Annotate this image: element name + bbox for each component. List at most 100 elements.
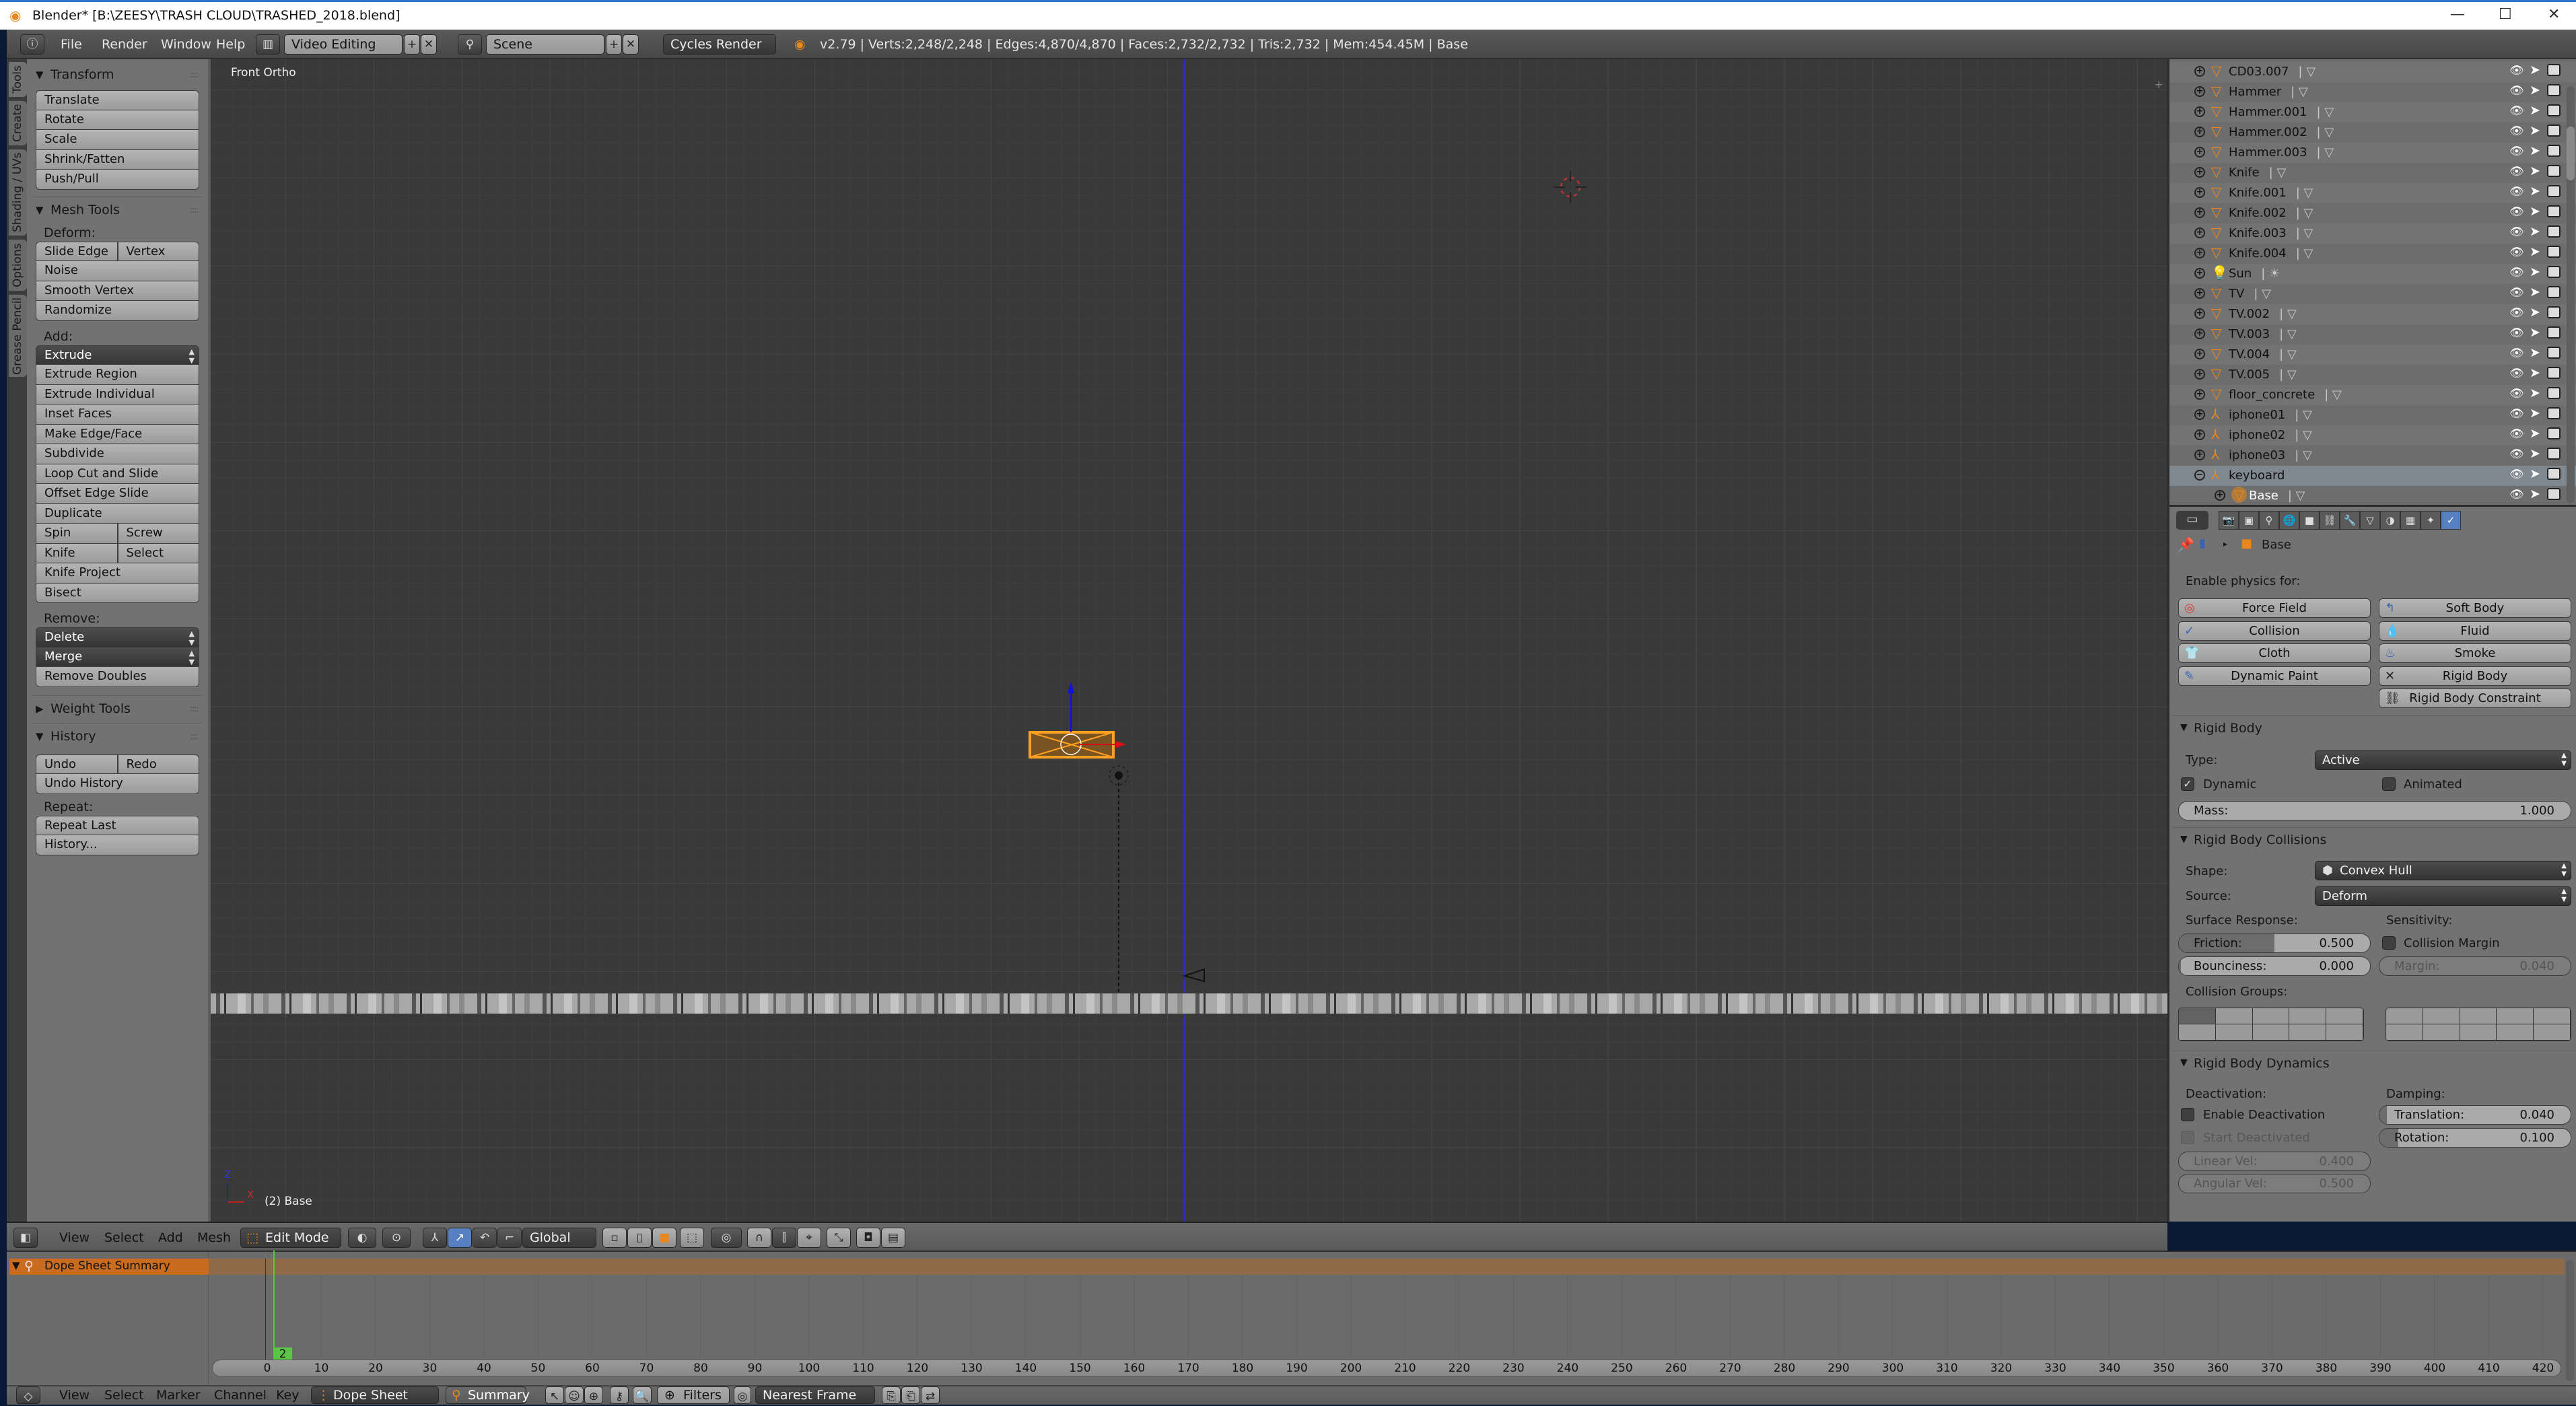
menu-view[interactable]: View <box>59 1388 90 1403</box>
outliner-row[interactable]: − ⅄ keyboard 👁 ➤ <box>2169 466 2576 486</box>
eye-icon[interactable]: 👁 <box>2509 448 2524 461</box>
mass-field[interactable]: Mass: 1.000 <box>2178 801 2571 820</box>
outliner-row[interactable]: + ⅄ iphone01 | ▽ 👁 ➤ <box>2169 405 2576 425</box>
scale-manipulator-icon[interactable]: ⌐ <box>497 1228 522 1248</box>
render-still-icon[interactable]: ◘ <box>856 1228 880 1248</box>
snap-toggle-icon[interactable]: ∩ <box>747 1228 771 1248</box>
frame-ruler[interactable]: 0 10 20 30 40 50 60 70 80 90 100 110 120 130 140 150 160… <box>212 1360 2561 1377</box>
pin-icon[interactable]: 📌 <box>2178 536 2194 553</box>
mesh-data-icon[interactable]: | ▽ <box>2296 246 2313 260</box>
tab-scene-icon[interactable]: ⚲ <box>2259 511 2279 530</box>
mesh-data-icon[interactable]: | ▽ <box>2324 388 2342 402</box>
translate-manipulator-icon[interactable]: ↗ <box>448 1228 472 1248</box>
proportional-edit-icon[interactable]: ◎ <box>734 1386 751 1404</box>
viewport-shading-icon[interactable]: ◐ <box>348 1228 376 1248</box>
inset-faces-button[interactable]: Inset Faces <box>36 405 199 425</box>
expand-icon[interactable]: + <box>2194 127 2205 137</box>
collision-group-toggle[interactable] <box>2179 1024 2216 1041</box>
camera-render-icon[interactable] <box>2547 468 2561 480</box>
outliner-row[interactable]: + ▽ Hammer.002 | ▽ 👁 ➤ <box>2169 122 2576 143</box>
cursor-select-icon[interactable]: ➤ <box>2530 285 2540 300</box>
cursor-select-icon[interactable]: ➤ <box>2530 143 2540 158</box>
soft-body-button[interactable]: ↰ Soft Body <box>2379 598 2571 618</box>
dynamic-paint-button[interactable]: ✎ Dynamic Paint <box>2178 666 2371 686</box>
force-field-button[interactable]: ◎ Force Field <box>2178 598 2371 618</box>
eye-icon[interactable]: 👁 <box>2509 185 2524 199</box>
mesh-tools-panel-header[interactable]: ▼ Mesh Tools:::: <box>36 199 199 221</box>
expand-icon[interactable]: + <box>2194 66 2205 77</box>
cursor-select-icon[interactable]: ➤ <box>2530 83 2540 98</box>
cursor-select-icon[interactable]: ➤ <box>2530 406 2540 421</box>
maximize-button[interactable]: ☐ <box>2499 6 2512 23</box>
drag-grip-icon[interactable]: :::: <box>190 70 199 79</box>
mesh-data-icon[interactable]: | ▽ <box>2279 327 2297 341</box>
outliner-row[interactable]: + ▽ TV.003 | ▽ 👁 ➤ <box>2169 324 2576 345</box>
lamp-data-icon[interactable]: | ☀ <box>2261 267 2280 281</box>
mesh-data-icon[interactable]: | ▽ <box>2296 186 2313 200</box>
slide-edge-button[interactable]: Slide Edge <box>36 241 118 261</box>
object-name[interactable]: Hammer.001 <box>2229 105 2307 119</box>
expand-icon[interactable]: + <box>2194 328 2205 339</box>
animated-checkbox[interactable] <box>2382 777 2396 791</box>
collision-group-toggle[interactable] <box>2252 1024 2290 1041</box>
eye-icon[interactable]: 👁 <box>2509 84 2524 98</box>
collision-group-toggle[interactable] <box>2289 1008 2327 1024</box>
eye-icon[interactable]: 👁 <box>2509 407 2524 421</box>
outliner-row[interactable]: + ▽ Knife.001 | ▽ 👁 ➤ <box>2169 183 2576 203</box>
redo-button[interactable]: Redo <box>117 754 199 774</box>
occlude-geometry-icon[interactable]: ⬚ <box>680 1228 704 1248</box>
show-hidden-icon[interactable]: ☺ <box>565 1386 584 1404</box>
tab-modifiers-icon[interactable]: 🔧 <box>2340 511 2360 530</box>
camera-render-icon[interactable] <box>2547 387 2561 399</box>
mesh-data-icon[interactable]: | ▽ <box>2291 85 2308 99</box>
menu-view[interactable]: View <box>59 1230 90 1245</box>
object-name[interactable]: TV.004 <box>2229 347 2270 361</box>
tab-shading-uvs[interactable]: Shading / UVs <box>9 149 27 236</box>
mesh-data-icon[interactable]: | ▽ <box>2317 125 2334 139</box>
expand-icon[interactable]: + <box>2194 268 2205 279</box>
mesh-data-icon[interactable]: | ▽ <box>2279 367 2297 382</box>
editor-type-icon[interactable]: ◧ <box>13 1228 38 1248</box>
remove-scene-icon[interactable]: ✕ <box>623 34 639 55</box>
menu-marker[interactable]: Marker <box>156 1388 201 1403</box>
tab-particles-icon[interactable]: ✦ <box>2421 511 2441 530</box>
knife-project-button[interactable]: Knife Project <box>36 563 199 584</box>
camera-render-icon[interactable] <box>2547 306 2561 318</box>
object-name[interactable]: Knife.001 <box>2229 186 2287 200</box>
collision-shape-dropdown[interactable]: ⬢ Convex Hull ▲ ▼ <box>2315 861 2571 880</box>
outliner-row[interactable]: + ▽ Hammer | ▽ 👁 ➤ <box>2169 82 2576 102</box>
collision-group-toggle[interactable] <box>2289 1024 2327 1041</box>
undo-button[interactable]: Undo <box>36 754 118 774</box>
add-scene-icon[interactable]: + <box>606 34 622 55</box>
collision-group-toggle[interactable] <box>2497 1024 2534 1041</box>
camera-render-icon[interactable] <box>2547 205 2561 217</box>
outliner-row[interactable]: + ▽ Base | ▽ 👁 ➤ <box>2169 486 2576 505</box>
cloth-button[interactable]: 👕 Cloth <box>2178 643 2371 663</box>
offset-edge-slide-button[interactable]: Offset Edge Slide <box>36 484 199 504</box>
linear-vel-field[interactable]: Linear Vel: 0.400 <box>2178 1152 2371 1171</box>
tab-constraints-icon[interactable]: ⛓ <box>2320 511 2340 530</box>
ruler-icon[interactable]: ⤡ <box>827 1228 851 1248</box>
scene-field[interactable]: Scene <box>486 34 604 55</box>
mesh-data-icon[interactable]: | ▽ <box>2279 347 2297 361</box>
summary-channel[interactable]: ▼ ⚲ Dope Sheet Summary <box>9 1259 209 1275</box>
tab-grease-pencil[interactable]: Grease Pencil <box>9 295 27 377</box>
mesh-data-icon[interactable]: | ▽ <box>2317 145 2334 160</box>
object-name[interactable]: TV.002 <box>2229 307 2270 321</box>
face-select-icon[interactable]: ■ <box>652 1228 676 1248</box>
knife-select-button[interactable]: Select <box>117 543 199 563</box>
history-panel-header[interactable]: ▼ History:::: <box>36 725 199 748</box>
paste-keyframes-icon[interactable]: ⎗ <box>901 1386 920 1404</box>
collision-source-dropdown[interactable]: Deform ▲ ▼ <box>2315 886 2571 906</box>
smooth-vertex-button[interactable]: Smooth Vertex <box>36 281 199 301</box>
snap-target-icon[interactable]: ⌖ <box>797 1228 821 1248</box>
eye-icon[interactable]: 👁 <box>2509 225 2524 239</box>
subdivide-button[interactable]: Subdivide <box>36 444 199 464</box>
collision-group-toggle[interactable] <box>2423 1024 2460 1041</box>
expand-icon[interactable]: + <box>2194 429 2205 440</box>
expand-icon[interactable]: + <box>2194 106 2205 117</box>
expand-icon[interactable]: + <box>2194 86 2205 97</box>
object-name[interactable]: Hammer.002 <box>2229 125 2307 139</box>
eye-icon[interactable]: 👁 <box>2509 145 2524 158</box>
minimize-button[interactable]: — <box>2450 6 2465 23</box>
